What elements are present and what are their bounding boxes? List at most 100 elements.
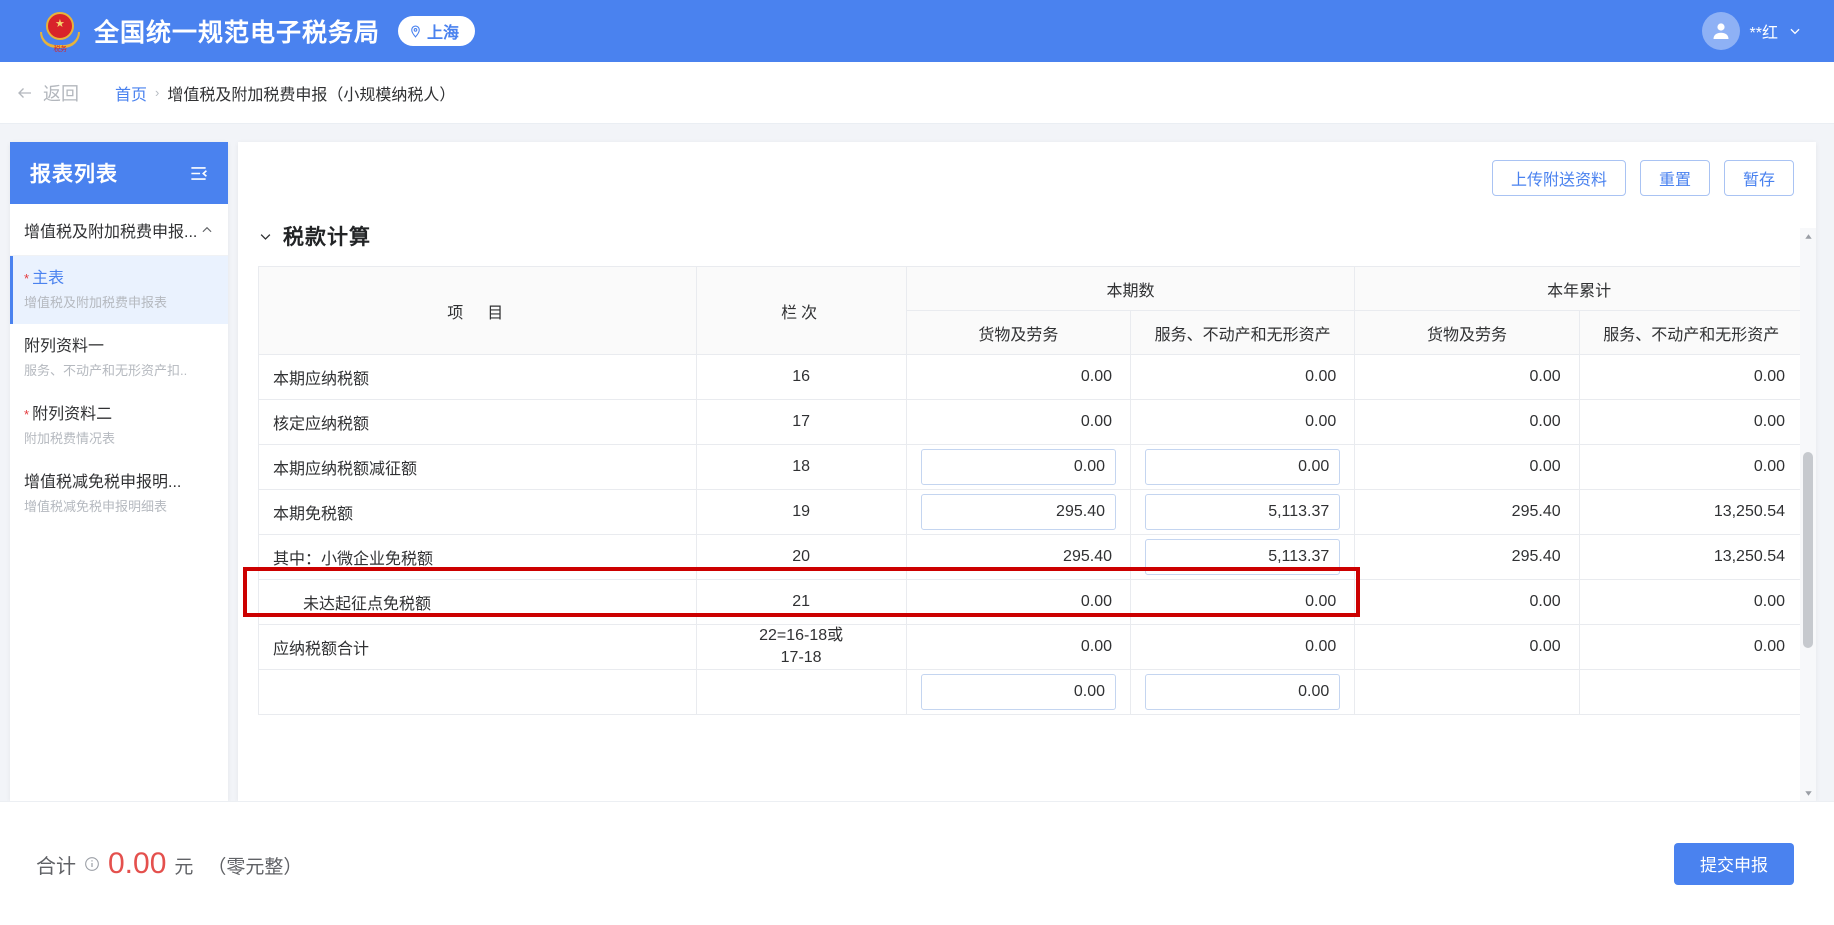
cell-year-services: 13,250.54 <box>1578 534 1805 580</box>
col-header-year-goods: 货物及劳务 <box>1354 310 1580 355</box>
caret-up-icon <box>1804 233 1812 239</box>
row-ordinal: 16 <box>695 354 907 400</box>
sidebar-item-tax-reduction-detail[interactable]: 增值税减免税申报明... 增值税减免税申报明细表 <box>10 460 228 528</box>
table-row <box>258 669 1805 715</box>
tax-calculation-table: 项 目 栏次 本期数 本年累计 货物及劳务 服务、不动产和无形资产 货物及劳务 … <box>258 266 1805 715</box>
upload-attachments-button[interactable]: 上传附送资料 <box>1491 160 1626 196</box>
form-toolbar: 上传附送资料 重置 暂存 <box>238 142 1816 214</box>
cell-current-goods: 0.00 <box>905 624 1131 670</box>
row-label: 本期应纳税额 <box>258 354 697 400</box>
cell-current-goods: 0.00 <box>905 579 1131 625</box>
vertical-scrollbar[interactable] <box>1800 228 1816 801</box>
cell-current-goods[interactable] <box>905 489 1131 535</box>
required-marker: * <box>24 271 30 286</box>
info-circle-icon[interactable] <box>84 856 100 872</box>
sidebar-title: 报表列表 <box>30 163 118 186</box>
col-header-year-cumulative: 本年累计 <box>1354 266 1804 311</box>
save-draft-button[interactable]: 暂存 <box>1723 160 1794 196</box>
cell-current-services-input[interactable] <box>1144 674 1341 710</box>
cell-current-goods[interactable] <box>905 669 1131 715</box>
cell-year-goods <box>1354 669 1580 715</box>
table-head: 项 目 栏次 本期数 本年累计 货物及劳务 服务、不动产和无形资产 货物及劳务 … <box>258 266 1805 355</box>
cell-current-goods: 0.00 <box>905 354 1131 400</box>
scroll-down-button[interactable] <box>1800 785 1816 801</box>
sidebar-item-title: 增值税减免税申报明... <box>24 472 214 494</box>
scrollbar-thumb[interactable] <box>1803 452 1813 648</box>
table-row: 未达起征点免税额 21 0.00 0.00 0.00 0.00 <box>258 579 1805 625</box>
sidebar-item-title: 附列资料一 <box>24 336 214 358</box>
sidebar-item-subtitle: 增值税减免税申报明细表 <box>24 499 168 514</box>
reset-button[interactable]: 重置 <box>1639 160 1710 196</box>
sidebar-item-label: 附列资料一 <box>24 338 105 355</box>
section-header-tax-calculation[interactable]: 税款计算 <box>238 214 1816 258</box>
cell-year-goods: 0.00 <box>1354 354 1580 400</box>
cell-year-services: 0.00 <box>1578 579 1805 625</box>
cell-current-goods: 295.40 <box>905 534 1131 580</box>
cell-year-goods: 295.40 <box>1354 489 1580 535</box>
cell-year-services: 0.00 <box>1578 444 1805 490</box>
form-panel: 上传附送资料 重置 暂存 税款计算 项 目 栏次 本期数 本年累计 货物及劳务 … <box>238 142 1816 801</box>
location-selector[interactable]: 上海 <box>398 16 476 46</box>
table-row: 应纳税额合计 22=16-18或 17-18 0.00 0.00 0.00 0.00 <box>258 624 1805 670</box>
cell-current-services-input[interactable] <box>1144 494 1341 530</box>
cell-current-services: 0.00 <box>1129 399 1356 445</box>
cell-current-goods-input[interactable] <box>920 674 1116 710</box>
cell-year-goods: 0.00 <box>1354 624 1580 670</box>
submit-declaration-button[interactable]: 提交申报 <box>1674 842 1794 885</box>
user-name-label: **红 <box>1749 25 1778 42</box>
cell-current-services-input[interactable] <box>1144 539 1341 575</box>
user-avatar-icon[interactable] <box>1701 12 1740 50</box>
chevron-up-icon[interactable] <box>200 223 214 237</box>
table-row: 本期应纳税额 16 0.00 0.00 0.00 0.00 <box>258 354 1805 400</box>
chevron-down-icon[interactable] <box>1788 24 1802 38</box>
sidebar-item-subtitle: 附加税费情况表 <box>24 431 116 446</box>
table-body: 本期应纳税额 16 0.00 0.00 0.00 0.00 核定应纳税额 17 0.00 0.00… <box>258 354 1805 715</box>
cell-current-goods-input[interactable] <box>920 494 1116 530</box>
user-menu[interactable]: **红 <box>1701 12 1802 50</box>
sidebar-item-label: 主表 <box>32 270 65 287</box>
cell-current-services-input[interactable] <box>1144 449 1341 485</box>
table-row: 本期免税额19 295.4013,250.54 <box>258 489 1805 535</box>
collapse-panel-icon[interactable] <box>189 164 208 183</box>
cell-current-services: 0.00 <box>1129 624 1356 670</box>
tax-table-container: 项 目 栏次 本期数 本年累计 货物及劳务 服务、不动产和无形资产 货物及劳务 … <box>238 258 1816 715</box>
cell-year-goods: 0.00 <box>1354 444 1580 490</box>
sidebar-item-title: * 主表 <box>24 268 214 290</box>
cell-current-services[interactable] <box>1129 669 1356 715</box>
cell-current-goods[interactable] <box>905 444 1131 490</box>
sidebar-item-schedule-one[interactable]: 附列资料一 服务、不动产和无形资产扣.. <box>10 324 228 392</box>
cell-current-goods: 0.00 <box>905 399 1131 445</box>
col-header-item: 项 目 <box>258 266 697 355</box>
cell-current-goods-input[interactable] <box>920 449 1116 485</box>
col-header-current-goods: 货物及劳务 <box>905 310 1131 355</box>
sidebar-item-schedule-two[interactable]: * 附列资料二 附加税费情况表 <box>10 392 228 460</box>
chevron-down-icon[interactable] <box>258 229 273 244</box>
sidebar-item-main-form[interactable]: * 主表 增值税及附加税费申报表 <box>10 256 228 324</box>
sidebar-item-title: * 附列资料二 <box>24 404 214 426</box>
arrow-left-icon <box>18 87 31 98</box>
sidebar-group-header[interactable]: 增值税及附加税费申报... <box>10 204 228 256</box>
row-label: 本期免税额 <box>258 489 697 535</box>
row-label: 未达起征点免税额 <box>258 579 697 625</box>
scroll-up-button[interactable] <box>1800 228 1816 244</box>
breadcrumb-home[interactable]: 首页 <box>115 81 147 105</box>
app-header: ★ 税务 全国统一规范电子税务局 上海 **红 <box>0 0 1834 62</box>
cell-current-services[interactable] <box>1129 444 1356 490</box>
section-title: 税款计算 <box>283 226 371 249</box>
row-ordinal <box>695 669 907 715</box>
cell-current-services[interactable] <box>1129 534 1356 580</box>
row-ordinal: 19 <box>695 489 907 535</box>
col-header-current-services: 服务、不动产和无形资产 <box>1129 310 1356 355</box>
row-ordinal: 18 <box>695 444 907 490</box>
cell-current-services: 0.00 <box>1129 354 1356 400</box>
total-in-words: （零元整） <box>207 856 303 878</box>
sidebar-item-subtitle: 服务、不动产和无形资产扣.. <box>24 363 188 378</box>
breadcrumb: 首页 › 增值税及附加税费申报（小规模纳税人） <box>115 81 455 105</box>
row-label <box>258 669 697 715</box>
cell-year-services: 0.00 <box>1578 624 1805 670</box>
back-button[interactable]: 返回 <box>16 80 79 106</box>
location-pin-icon <box>411 25 420 38</box>
col-header-ordinal: 栏次 <box>695 266 907 355</box>
cell-current-services[interactable] <box>1129 489 1356 535</box>
sidebar-item-subtitle: 增值税及附加税费申报表 <box>24 295 168 310</box>
